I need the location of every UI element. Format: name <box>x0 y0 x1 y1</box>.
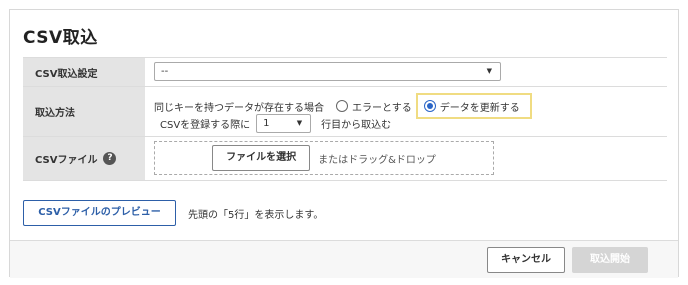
csv-file-row: CSVファイル ? ファイルを選択 またはドラッグ&ドロップ <box>23 137 667 181</box>
chevron-down-icon: ▼ <box>486 67 492 75</box>
drop-hint: またはドラッグ&ドロップ <box>318 154 436 166</box>
import-method-label: 取込方法 <box>23 87 145 136</box>
page-title: CSV取込 <box>23 28 98 48</box>
settings-content: -- ▼ <box>145 58 667 86</box>
preview-button[interactable]: CSVファイルのプレビュー <box>23 200 176 226</box>
cancel-button[interactable]: キャンセル <box>487 247 565 273</box>
settings-label: CSV取込設定 <box>23 58 145 86</box>
csv-file-label: CSVファイル <box>35 155 98 166</box>
start-row-suffix: 行目から取込む <box>321 120 392 131</box>
csv-import-panel: CSV取込 CSV取込設定 -- ▼ 取込方法 同じキーを持つデータが存在する場… <box>9 9 679 278</box>
start-row-value: 1 <box>263 118 270 129</box>
radio-error-label: エラーとする <box>352 102 412 114</box>
chevron-down-icon: ▼ <box>296 119 303 127</box>
preview-note: 先頭の「5行」を表示します。 <box>188 209 324 221</box>
help-icon[interactable]: ? <box>103 152 117 165</box>
file-dropzone[interactable]: ファイルを選択 またはドラッグ&ドロップ <box>154 141 494 175</box>
start-import-button[interactable]: 取込開始 <box>572 247 648 273</box>
settings-select[interactable]: -- ▼ <box>154 62 501 81</box>
start-row-select[interactable]: 1 ▼ <box>256 114 312 133</box>
csv-file-content: ファイルを選択 またはドラッグ&ドロップ <box>145 137 667 180</box>
radio-update-label: データを更新する <box>439 102 520 114</box>
choose-file-button[interactable]: ファイルを選択 <box>212 145 311 171</box>
preview-area: CSVファイルのプレビュー 先頭の「5行」を表示します。 <box>23 200 323 226</box>
import-method-row: 取込方法 同じキーを持つデータが存在する場合 エラーとする データを更新する C… <box>23 87 667 137</box>
duplicate-prompt: 同じキーを持つデータが存在する場合 <box>154 102 324 114</box>
start-row-line: CSVを登録する際に 1 ▼ 行目から取込む <box>160 114 391 133</box>
footer-bar: キャンセル 取込開始 <box>10 240 678 278</box>
settings-row: CSV取込設定 -- ▼ <box>23 58 667 87</box>
settings-select-value: -- <box>161 66 169 77</box>
start-row-prefix: CSVを登録する際に <box>160 120 251 131</box>
csv-file-label-cell: CSVファイル ? <box>23 137 145 180</box>
radio-option-update-highlight[interactable]: データを更新する <box>415 93 532 119</box>
radio-option-error[interactable]: エラーとする <box>336 99 412 114</box>
import-form: CSV取込設定 -- ▼ 取込方法 同じキーを持つデータが存在する場合 エラーと… <box>23 57 667 181</box>
import-method-content: 同じキーを持つデータが存在する場合 エラーとする データを更新する CSVを登録… <box>145 87 667 136</box>
radio-update[interactable] <box>423 100 436 112</box>
radio-error[interactable] <box>336 100 348 112</box>
